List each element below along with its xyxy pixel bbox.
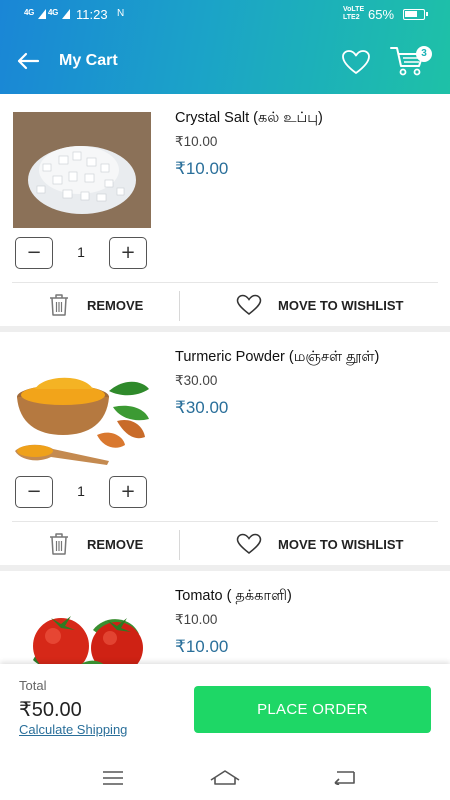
product-mrp: ₹10.00 (175, 612, 218, 627)
home-icon[interactable] (209, 768, 241, 786)
move-to-wishlist-label: MOVE TO WISHLIST (278, 537, 404, 552)
wishlist-heart-icon[interactable] (341, 48, 371, 76)
product-name: Tomato ( தக்காளி) (175, 588, 292, 604)
cart-count-badge: 3 (416, 46, 432, 62)
product-price: ₹10.00 (175, 637, 229, 656)
heart-outline-icon (236, 294, 262, 315)
heart-outline-icon (236, 533, 262, 554)
trash-icon (50, 533, 68, 555)
battery-percent: 65% (368, 7, 395, 22)
clock: 11:23 (76, 7, 108, 22)
product-mrp: ₹30.00 (175, 373, 218, 388)
nfc-icon: N (117, 8, 125, 19)
move-to-wishlist-button[interactable]: MOVE TO WISHLIST (236, 283, 436, 327)
quantity-increase-button[interactable]: + (109, 476, 147, 508)
item-actions: REMOVE MOVE TO WISHLIST (12, 282, 438, 326)
quantity-decrease-button[interactable]: − (15, 237, 53, 269)
remove-label: REMOVE (87, 298, 144, 313)
calculate-shipping-link[interactable]: Calculate Shipping (19, 722, 127, 737)
place-order-button[interactable]: PLACE ORDER (194, 686, 431, 733)
remove-label: REMOVE (87, 537, 144, 552)
total-label: Total (19, 678, 47, 693)
back-nav-icon[interactable] (332, 769, 356, 785)
item-separator (0, 326, 450, 332)
quantity-value: 1 (77, 483, 85, 499)
volte-indicator: VoLTE LTE2 (343, 6, 364, 22)
move-to-wishlist-label: MOVE TO WISHLIST (278, 298, 404, 313)
page-title: My Cart (59, 52, 118, 69)
product-price: ₹30.00 (175, 398, 229, 417)
action-divider (179, 530, 180, 560)
network-2-label: 4G (48, 8, 59, 17)
move-to-wishlist-button[interactable]: MOVE TO WISHLIST (236, 522, 436, 566)
turmeric-illustration (15, 377, 149, 465)
app-header: My Cart 3 (0, 30, 450, 94)
product-mrp: ₹10.00 (175, 134, 218, 149)
signal-icon (38, 9, 46, 19)
turmeric-powder-image (13, 351, 151, 467)
cart-item: Turmeric Powder (மஞ்சள் தூள்) ₹30.00 ₹30… (0, 333, 450, 565)
quantity-increase-button[interactable]: + (109, 237, 147, 269)
remove-button[interactable]: REMOVE (48, 283, 168, 327)
product-price: ₹10.00 (175, 159, 229, 178)
tomato-image (13, 590, 151, 664)
system-navigation-bar (0, 756, 450, 800)
back-arrow-icon[interactable] (14, 47, 42, 75)
quantity-value: 1 (77, 244, 85, 260)
volte-top-label: VoLTE (343, 6, 365, 13)
quantity-decrease-button[interactable]: − (15, 476, 53, 508)
item-actions: REMOVE MOVE TO WISHLIST (12, 521, 438, 565)
menu-icon[interactable] (102, 770, 124, 786)
signal-icon (62, 9, 70, 19)
status-bar: 4G 4G 11:23 N VoLTE LTE2 65% (0, 0, 450, 30)
cart-item: Tomato ( தக்காளி) ₹10.00 ₹10.00 (0, 572, 450, 664)
item-separator (0, 565, 450, 571)
crystal-salt-image (13, 112, 151, 228)
product-name: Crystal Salt (கல் உப்பு) (175, 110, 323, 126)
salt-illustration (13, 112, 151, 228)
cart-item: Crystal Salt (கல் உப்பு) ₹10.00 ₹10.00 −… (0, 94, 450, 326)
remove-button[interactable]: REMOVE (48, 522, 168, 566)
volte-bottom-label: LTE2 (343, 14, 360, 21)
total-value: ₹50.00 (19, 699, 82, 721)
product-name: Turmeric Powder (மஞ்சள் தூள்) (175, 349, 380, 365)
app-header-background: 4G 4G 11:23 N VoLTE LTE2 65% My Cart 3 (0, 0, 450, 94)
checkout-bar: Total ₹50.00 Calculate Shipping PLACE OR… (0, 664, 450, 756)
tomato-illustration (33, 616, 143, 664)
trash-icon (50, 294, 68, 316)
battery-icon (403, 9, 428, 20)
action-divider (179, 291, 180, 321)
network-1-label: 4G (24, 8, 35, 17)
